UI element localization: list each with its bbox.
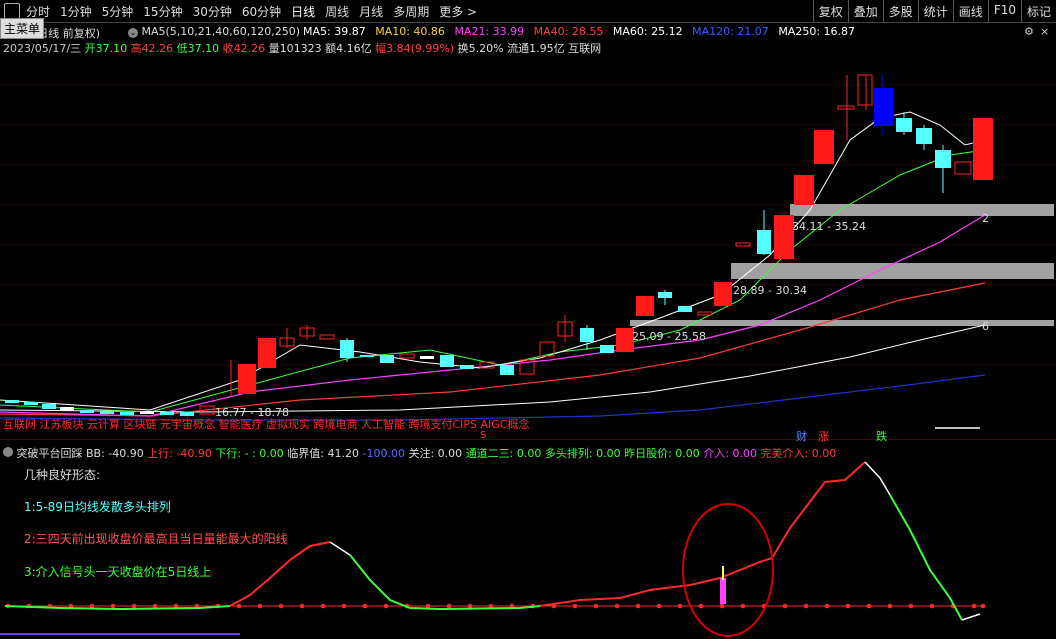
marker-die: 跌	[876, 430, 887, 443]
bb-line-red-rise	[229, 541, 331, 607]
bb-line-green-fall	[349, 554, 541, 611]
zone-number-6: 6	[982, 320, 989, 333]
indicator-focus: 关注: 0.00	[408, 447, 463, 460]
indicator-entry: 介入: 0.00	[703, 447, 757, 460]
note-3: 3:介入信号头一天收盘价在5日线上	[24, 565, 212, 579]
annotation-circle	[682, 503, 774, 637]
indicator-yesterday: 昨日股价: 0.00	[624, 447, 700, 460]
indicator-dropdown[interactable]	[3, 447, 13, 457]
bb-line-white-peak	[329, 541, 351, 556]
zone-label-1: 34.11 - 35.24	[792, 220, 866, 233]
entry-signal-bar	[720, 578, 726, 604]
marker-zhang: 涨	[818, 430, 829, 443]
indicator-neg100: -100.00	[362, 447, 405, 460]
ma60-line	[0, 282, 986, 417]
platform-zone	[790, 204, 1054, 216]
indicator-up: 上行: -40.90	[147, 447, 212, 460]
indicator-header: 突破平台回踩 BB: -40.90 上行: -40.90 下行: - : 0.0…	[3, 445, 836, 461]
bb-line-green-left	[4, 605, 231, 611]
indicator-name: 突破平台回踩	[16, 447, 83, 460]
indicator-bull: 多头排列: 0.00	[544, 447, 621, 460]
kline-chart	[0, 74, 1056, 440]
bb-line-red-rise2	[539, 461, 866, 607]
indicator-perfect: 完美介入: 0.00	[760, 447, 837, 460]
indicator-bb: BB: -40.90	[86, 447, 144, 460]
concept-tags: 互联网 江苏板块 云计算 区块链 元宇宙概念 智能医疗 虚拟现实 跨境电商 人工…	[3, 418, 530, 431]
indicator-down: 下行: - : 0.00	[215, 447, 284, 460]
marker-cai: 财	[796, 430, 807, 443]
zone-label-3: 25.09 - 25.58	[632, 330, 706, 343]
note-2: 2:三四天前出现收盘价最高且当日量能最大的阳线	[24, 532, 288, 546]
bb-line-white-end	[961, 613, 981, 621]
baseline-dots	[5, 603, 986, 609]
bb-line-green-fall2	[889, 494, 963, 621]
ma21-line	[0, 149, 986, 413]
zone-label-2: 28.89 - 30.34	[733, 284, 807, 297]
platform-zone	[731, 263, 1054, 279]
marker-s: S	[480, 430, 487, 441]
note-1: 1:5-89日均线发散多头排列	[24, 500, 171, 514]
bb-line-white-top	[864, 461, 891, 496]
zone-number-2: 2	[982, 212, 989, 225]
indicator-critical: 临界值: 41.20	[287, 447, 360, 460]
indicator-channel: 通道二三: 0.00	[465, 447, 542, 460]
note-title: 几种良好形态:	[24, 468, 101, 482]
